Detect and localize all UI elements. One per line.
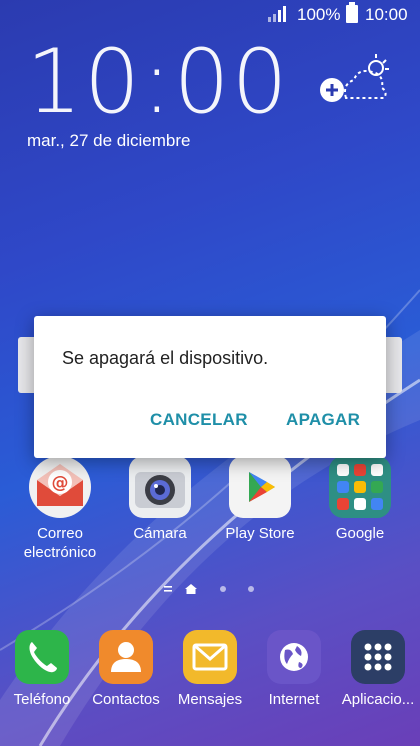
- app-label: Correo electrónico: [23, 525, 97, 561]
- app-label: Cámara: [133, 525, 187, 542]
- app-label: Aplicacio...: [341, 691, 415, 708]
- battery-percentage: 100%: [297, 5, 341, 24]
- camera-icon: [129, 456, 191, 518]
- date-label: mar., 27 de diciembre: [27, 131, 191, 150]
- app-label: Contactos: [92, 691, 160, 708]
- internet-icon: [267, 630, 321, 684]
- home-page-icon: [185, 584, 197, 594]
- apps-grid-icon: [351, 630, 405, 684]
- cancel-button[interactable]: CANCELAR: [150, 410, 248, 430]
- dock-internet[interactable]: Internet: [252, 630, 336, 709]
- app-play-store[interactable]: Play Store: [218, 456, 302, 543]
- dialog-message: Se apagará el dispositivo.: [62, 348, 269, 368]
- app-label: Play Store: [225, 525, 295, 542]
- app-google-folder[interactable]: Google: [318, 456, 402, 543]
- play-store-icon: [229, 456, 291, 518]
- phone-icon: [15, 630, 69, 684]
- app-label: Google: [335, 525, 385, 542]
- power-off-dialog: Se apagará el dispositivo. CANCELAR APAG…: [34, 316, 386, 458]
- signal-icon: [268, 6, 286, 22]
- page-dot: [220, 586, 226, 592]
- dock-messages[interactable]: Mensajes: [168, 630, 252, 709]
- clock-widget[interactable]: 10:00: [26, 30, 290, 133]
- app-camera[interactable]: Cámara: [118, 456, 202, 543]
- menu-lines-icon: [164, 586, 172, 592]
- status-time: 10:00: [365, 5, 408, 24]
- battery-icon: [346, 2, 358, 23]
- page-dot: [248, 586, 254, 592]
- messages-icon: [183, 630, 237, 684]
- weather-add-icon[interactable]: [318, 52, 390, 108]
- app-email[interactable]: @ Correo electrónico: [18, 456, 102, 562]
- app-label: Teléfono: [13, 691, 71, 708]
- svg-text:@: @: [52, 473, 69, 493]
- page-indicator[interactable]: [160, 582, 260, 596]
- email-icon: @: [29, 456, 91, 518]
- app-label: Mensajes: [177, 691, 243, 708]
- dock-apps[interactable]: Aplicacio...: [336, 630, 420, 709]
- google-folder-icon: [329, 456, 391, 518]
- status-bar: 100% 10:00: [0, 0, 420, 28]
- dock-phone[interactable]: Teléfono: [0, 630, 84, 709]
- dock-contacts[interactable]: Contactos: [84, 630, 168, 709]
- power-off-button[interactable]: APAGAR: [286, 410, 360, 430]
- contacts-icon: [99, 630, 153, 684]
- app-label: Internet: [268, 691, 320, 708]
